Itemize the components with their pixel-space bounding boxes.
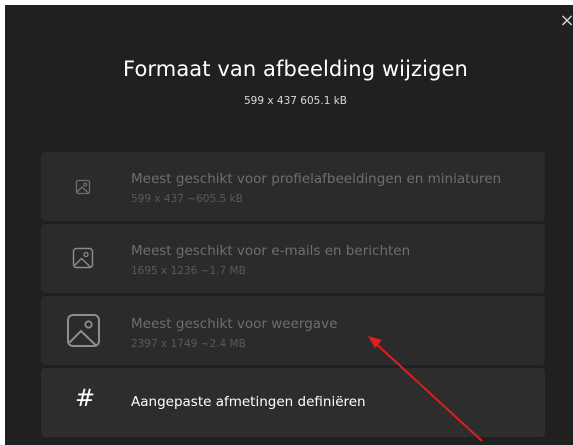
option-emails-messages[interactable]: Meest geschikt voor e-mails en berichten…	[41, 224, 545, 293]
close-button[interactable]: ×	[557, 11, 573, 31]
option-custom-dimensions[interactable]: # Aangepaste afmetingen definiëren	[41, 368, 545, 437]
option-label: Meest geschikt voor profielafbeeldingen …	[131, 171, 502, 187]
dialog-title: Formaat van afbeelding wijzigen	[123, 57, 468, 81]
image-icon	[66, 313, 101, 348]
resize-image-dialog: × Formaat van afbeelding wijzigen 599 x …	[5, 5, 573, 445]
hash-icon: #	[75, 384, 96, 412]
option-label: Meest geschikt voor e-mails en berichten	[131, 243, 411, 259]
option-display[interactable]: Meest geschikt voor weergave 2397 x 1749…	[41, 296, 545, 365]
option-label: Meest geschikt voor weergave	[131, 316, 338, 332]
option-dimensions: 1695 x 1236 ~1.7 MB	[131, 265, 246, 277]
image-icon	[75, 179, 91, 195]
option-profile-thumbnails[interactable]: Meest geschikt voor profielafbeeldingen …	[41, 152, 545, 221]
option-dimensions: 599 x 437 ~605.5 kB	[131, 193, 243, 205]
image-icon	[72, 247, 94, 269]
option-dimensions: 2397 x 1749 ~2.4 MB	[131, 338, 246, 350]
image-info: 599 x 437 605.1 kB	[244, 95, 347, 107]
option-label: Aangepaste afmetingen definiëren	[131, 394, 366, 410]
